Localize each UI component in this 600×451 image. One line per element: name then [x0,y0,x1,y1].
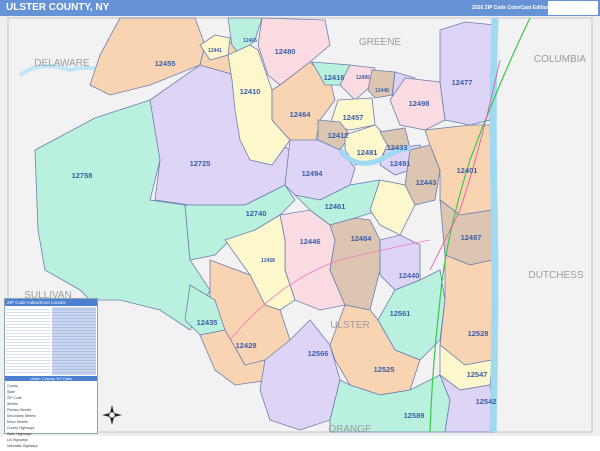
zip-index-column-1 [6,307,50,375]
zone-12477[interactable] [439,21,496,126]
zip-label: 12725 [190,159,211,168]
zip-label: 12435 [197,318,218,327]
zip-label: 12446 [300,237,321,246]
zip-label: 12433 [387,143,408,152]
zip-label: 12428 [236,341,257,350]
zip-label: 12410 [240,87,261,96]
zip-label: 12484 [351,234,373,243]
publisher-logo [548,1,598,15]
zip-label: 12498 [409,99,430,108]
zip-label: 12455 [155,59,176,68]
zip-label: 12481 [357,148,378,157]
map-title: ULSTER COUNTY, NY [6,2,110,13]
zip-label: 12412 [328,131,349,140]
zip-label: 12448 [375,88,389,94]
zip-label: 12441 [208,48,222,54]
legend-key: County State ZIP Code Streets Primary St… [5,381,97,451]
zip-label: 12457 [343,113,364,122]
zip-label: 12491 [390,159,411,168]
title-bar: ULSTER COUNTY, NY 2026 ZIP Code ColorCas… [0,0,600,16]
zone-12528[interactable] [439,254,493,366]
zip-label: 12487 [461,233,482,242]
county-label-orange: ORANGE [328,424,372,435]
zip-label: 12547 [467,370,488,379]
zip-label: 12464 [290,110,312,119]
zip-index-table [5,306,97,376]
zip-label: 12458 [261,258,275,264]
zip-label: 12494 [302,169,324,178]
legend-key-item: Interstate Highways [7,444,38,448]
zip-label: 12416 [324,73,345,82]
zip-label: 12740 [246,209,267,218]
zip-label: 12542 [476,397,497,406]
zip-label: 12465 [243,38,257,44]
hudson-river [489,17,499,433]
zip-label: 12528 [468,329,489,338]
zip-label: 12480 [275,47,296,56]
zip-label: 12589 [404,411,425,420]
zip-label: 12495 [356,75,370,81]
zip-label: 12525 [374,365,395,374]
zip-label: 12477 [452,78,473,87]
zip-label: 12461 [325,202,346,211]
county-label-dutchess: DUTCHESS [528,270,583,281]
county-label-ulster: ULSTER [330,320,369,331]
zip-label: 12566 [308,349,329,358]
zip-index-column-2 [52,307,96,375]
county-label-delaware: DELAWARE [34,58,90,69]
legend-panel: ZIP Code Index/Zone Locator Ulster Count… [4,298,98,448]
zip-label: 12401 [457,166,478,175]
county-label-columbia: COLUMBIA [534,54,587,65]
zip-label: 12758 [72,171,93,180]
edition-label: 2026 ZIP Code ColorCast Edition [472,5,550,11]
zip-label: 12440 [399,271,420,280]
county-label-greene: GREENE [359,37,402,48]
zip-label: 12443 [416,178,437,187]
legend-title: ZIP Code Index/Zone Locator [5,299,97,306]
zip-label: 12561 [390,309,411,318]
